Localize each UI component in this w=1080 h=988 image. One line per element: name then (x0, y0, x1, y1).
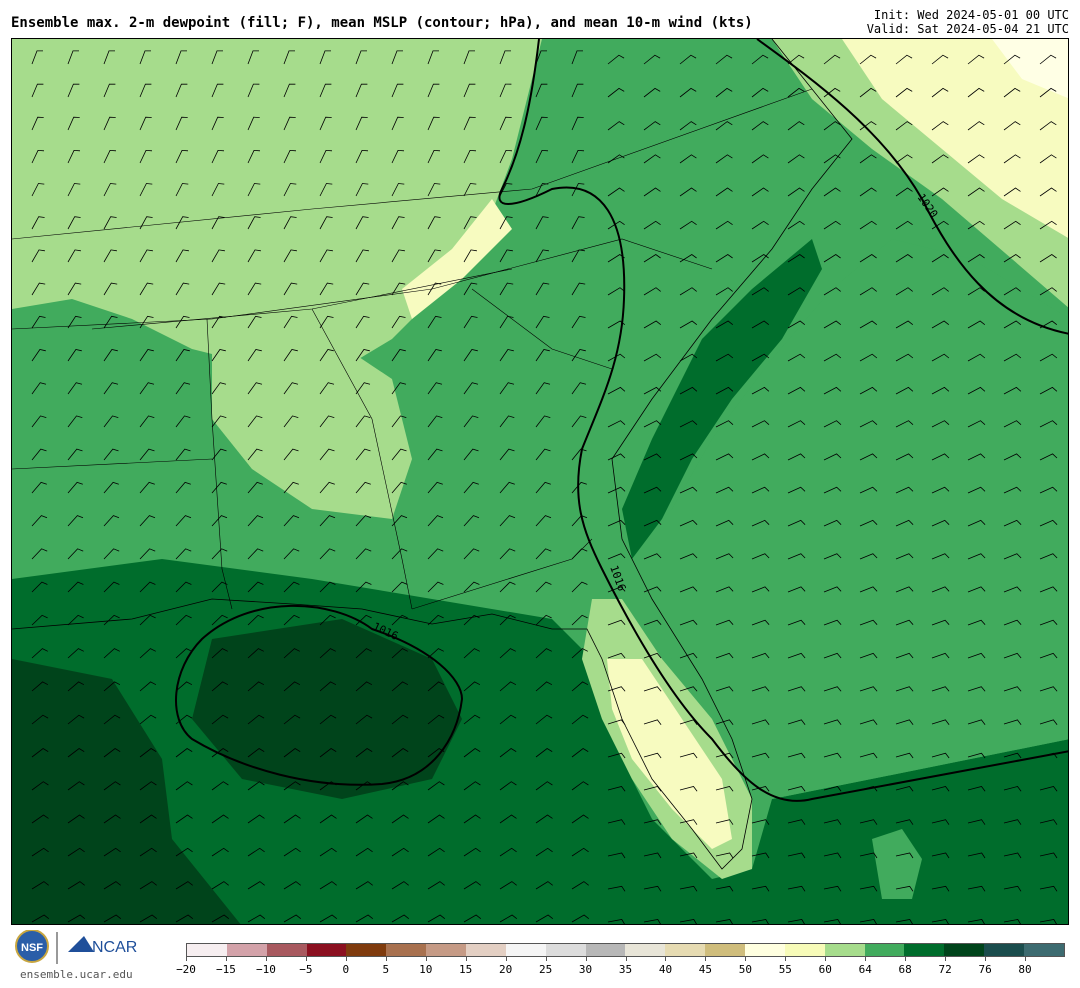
colorbar-tick-label: 45 (698, 963, 713, 976)
map-svg: 1016 1016 1020 (12, 39, 1068, 924)
colorbar-swatch (904, 944, 945, 956)
colorbar-swatch (306, 944, 347, 956)
colorbar-swatch (346, 944, 387, 956)
colorbar-tick-label: 50 (738, 963, 752, 976)
colorbar-tick-label: −5 (299, 963, 313, 976)
colorbar-tick-label: 80 (1018, 963, 1032, 976)
colorbar-swatch (226, 944, 267, 956)
ncar-logo-text: NCAR (92, 939, 137, 956)
colorbar-swatch (784, 944, 825, 956)
colorbar-swatch (944, 944, 985, 956)
colorbar-swatch (665, 944, 706, 956)
colorbar-ticks: −20 −15 −10 −5 0 5 10 15 20 25 30 35 40 45 50 55 60 64 68 7… (176, 957, 1065, 980)
colorbar-tick-mark (785, 957, 787, 961)
site-url: ensemble.ucar.edu (20, 968, 133, 981)
colorbar-tick-mark (225, 957, 227, 961)
plot-title: Ensemble max. 2-m dewpoint (fill; F), me… (11, 15, 753, 31)
colorbar-swatch (187, 944, 227, 956)
colorbar-tick-label: 25 (538, 963, 553, 976)
colorbar-tick-label: 15 (459, 963, 473, 976)
colorbar-tick-mark (705, 957, 707, 961)
valid-time: Valid: Sat 2024-05-04 21 UTC (866, 22, 1069, 36)
colorbar-tick-mark (465, 957, 467, 961)
colorbar-swatch (505, 944, 546, 956)
colorbar-tick-mark (985, 957, 987, 961)
colorbar-tick-mark (265, 957, 267, 961)
colorbar-tick-mark (585, 957, 587, 961)
colorbar-swatch (466, 944, 506, 956)
colorbar-swatch (426, 944, 467, 956)
colorbar-tick-mark (505, 957, 507, 961)
colorbar-tick-label: 35 (618, 963, 633, 976)
colorbar-tick-mark (905, 957, 907, 961)
colorbar-tick-mark (745, 957, 747, 961)
colorbar-tick-label: 55 (778, 963, 792, 976)
colorbar-tick-mark (345, 957, 347, 961)
ncar-logo-icon (68, 936, 94, 952)
colorbar-tick-mark (865, 957, 867, 961)
colorbar-tick-label: 30 (578, 963, 593, 976)
colorbar-tick-label: 20 (499, 963, 513, 976)
colorbar-swatch (984, 944, 1025, 956)
colorbar-tick-mark (186, 957, 187, 961)
colorbar-tick-label: 40 (658, 963, 673, 976)
colorbar-tick-mark (425, 957, 427, 961)
colorbar-tick-mark (625, 957, 627, 961)
init-time: Init: Wed 2024-05-01 00 UTC (873, 8, 1069, 22)
time-info: Init: Wed 2024-05-01 00 UTC Valid: Sat 2… (867, 8, 1069, 36)
colorbar-tick-label: −10 (255, 963, 276, 976)
colorbar-tick-label: −15 (216, 963, 236, 976)
colorbar-swatch (545, 944, 586, 956)
colorbar-swatch (386, 944, 427, 956)
colorbar-tick-label: 68 (898, 963, 912, 976)
colorbar-swatch (824, 944, 865, 956)
colorbar-tick-label: 64 (858, 963, 872, 976)
colorbar-tick-label: 76 (978, 963, 992, 976)
colorbar (186, 943, 1065, 957)
colorbar-swatch (745, 944, 785, 956)
logo-area: NSF NCAR (14, 929, 144, 970)
forecast-map: 1016 1016 1020 (11, 38, 1069, 925)
colorbar-tick-mark (1025, 957, 1027, 961)
colorbar-swatch (1024, 944, 1064, 956)
colorbar-tick-label: −20 (176, 963, 196, 976)
nsf-logo-text: NSF (21, 942, 43, 954)
colorbar-swatch (705, 944, 746, 956)
colorbar-tick-mark (305, 957, 307, 961)
colorbar-tick-mark (545, 957, 547, 961)
colorbar-tick-mark (385, 957, 387, 961)
colorbar-tick-mark (665, 957, 667, 961)
colorbar-tick-label: 0 (342, 963, 350, 976)
colorbar-tick-mark (825, 957, 827, 961)
colorbar-tick-label: 5 (382, 963, 390, 976)
colorbar-swatch (864, 944, 905, 956)
colorbar-swatch (625, 944, 666, 956)
colorbar-tick-mark (945, 957, 947, 961)
colorbar-tick-label: 60 (818, 963, 832, 976)
colorbar-swatch (266, 944, 307, 956)
colorbar-swatch (585, 944, 626, 956)
colorbar-tick-label: 72 (938, 963, 952, 976)
colorbar-tick-label: 10 (419, 963, 433, 976)
